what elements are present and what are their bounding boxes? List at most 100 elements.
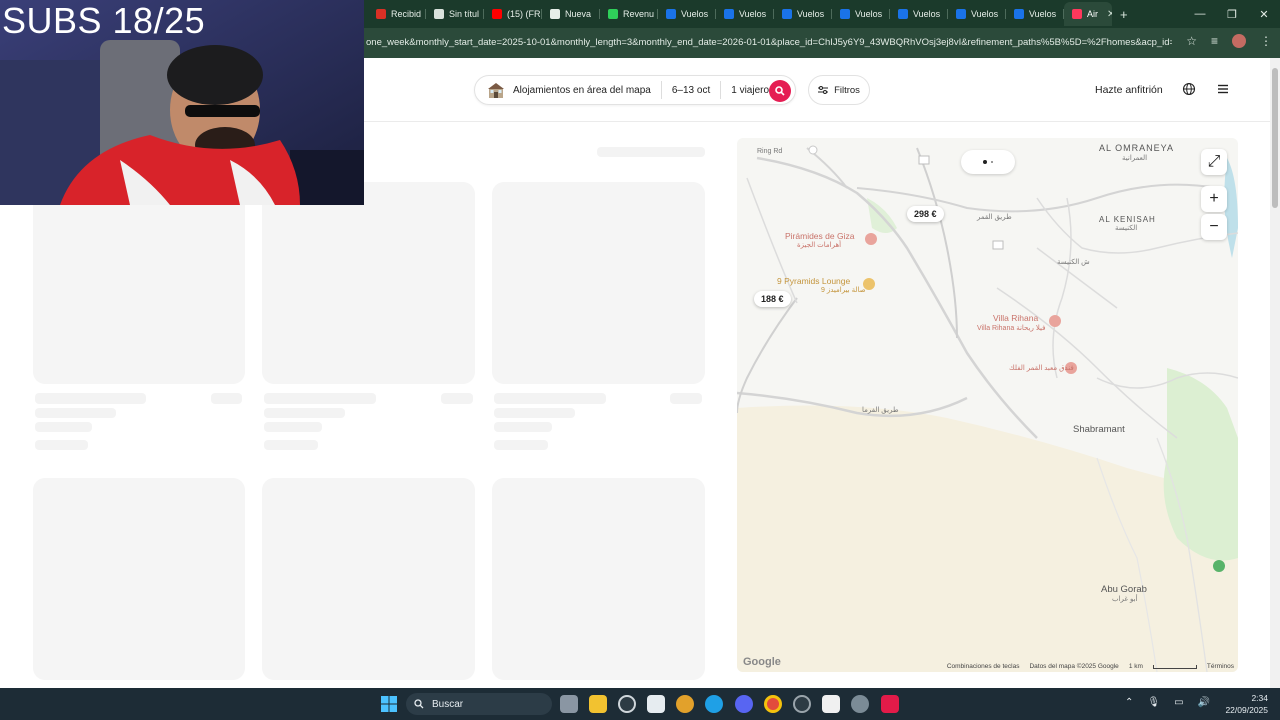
github-icon [550,9,560,19]
flights-icon [1014,9,1024,19]
page-scrollbar[interactable] [1270,58,1280,688]
reading-list-icon[interactable]: ≡ [1211,34,1218,48]
browser-tab[interactable]: Nueva [542,2,600,26]
app-icon[interactable] [793,695,811,713]
scale-label: 1 km [1128,663,1143,670]
browser-tab-active[interactable]: Air ✕ [1064,2,1112,26]
place-label: AL OMRANEYA [1099,143,1175,153]
poi-label[interactable]: Pirámides de Giza [785,231,854,241]
profile-avatar[interactable] [1232,34,1246,48]
windows-start-icon[interactable] [381,696,397,712]
microphone-icon[interactable]: 🎙 [1147,697,1160,708]
tab-label: Vuelos [913,9,941,19]
browser-tab[interactable]: Vuelos [948,2,1006,26]
taskbar-search[interactable]: Buscar [406,693,552,715]
zoom-in-button[interactable]: + [1201,186,1227,212]
keyboard-shortcuts-link[interactable]: Combinaciones de teclas [947,663,1020,670]
browser-tab[interactable]: Vuelos [832,2,890,26]
discord-icon[interactable] [735,695,753,713]
tab-label: Vuelos [971,9,999,19]
close-window-icon[interactable]: ✕ [1248,8,1280,21]
flights-icon [724,9,734,19]
browser-tab[interactable]: Recibid [368,2,426,26]
browser-tab[interactable]: Vuelos [890,2,948,26]
fullscreen-icon[interactable]: ⤢ [1201,149,1227,175]
skeleton-line [494,393,606,404]
place-label: العمرانية [1122,155,1148,162]
clock[interactable]: 2:34 22/09/2025 [1225,692,1268,716]
become-host-link[interactable]: Hazte anfitrión [1095,84,1163,96]
price-pin[interactable]: 298 € [907,206,944,222]
listing-skeleton-card [33,478,245,680]
chrome-icon[interactable] [764,695,782,713]
tiktok-icon[interactable] [881,695,899,713]
browser-tab[interactable]: (15) (FR [484,2,542,26]
airbnb-icon [1072,9,1082,19]
taskbar-search-label: Buscar [432,698,464,710]
filters-button[interactable]: Filtros [808,75,870,105]
google-logo: Google [743,656,781,668]
map-attribution: Combinaciones de teclas Datos del mapa ©… [947,663,1234,670]
youtube-icon [492,9,502,19]
store-icon[interactable] [647,695,665,713]
tab-label: Vuelos [1029,9,1057,19]
browser-tab[interactable]: Vuelos [716,2,774,26]
search-button[interactable] [769,80,791,102]
skeleton-line [264,422,322,432]
browser-tab[interactable]: Vuelos [774,2,832,26]
browser-tab[interactable]: Revenu [600,2,658,26]
place-label: أبو غراب [1112,596,1138,603]
location-label[interactable]: Alojamientos en área del mapa [513,85,651,96]
skeleton-line [494,408,575,418]
listing-skeleton-card [262,182,475,384]
poi-label: فندق معبد القمر الفلك [1009,365,1074,372]
place-label: الكنيسة [1115,225,1138,232]
clock-date: 22/09/2025 [1225,705,1268,715]
scroll-thumb[interactable] [1272,68,1278,208]
file-explorer-icon[interactable] [589,695,607,713]
restore-icon[interactable]: ❐ [1216,8,1248,21]
url-field[interactable]: one_week&monthly_start_date=2025-10-01&m… [366,37,1172,48]
settings-icon[interactable] [851,695,869,713]
browser-menu-icon[interactable]: ⋮ [1260,34,1272,48]
tab-label: Vuelos [855,9,883,19]
app-icon[interactable] [676,695,694,713]
search-icon [775,86,785,96]
terms-link[interactable]: Términos [1207,663,1234,670]
browser-tab[interactable]: Sin títul [426,2,484,26]
guests-label[interactable]: 1 viajero [731,85,769,96]
hamburger-menu-icon[interactable] [1216,82,1230,96]
app-icon[interactable] [618,695,636,713]
notion-icon [434,9,444,19]
browser-tab[interactable]: Vuelos [658,2,716,26]
flights-icon [898,9,908,19]
tab-label: Nueva [565,9,592,19]
task-view-icon[interactable] [560,695,578,713]
poi-label[interactable]: 9 Pyramids Lounge [777,276,850,286]
webcam-overlay: SUBS 18/25 [0,0,364,205]
minimize-icon[interactable]: — [1184,8,1216,20]
price-pin[interactable]: 188 € [754,291,791,307]
capcut-icon[interactable] [822,695,840,713]
close-tab-icon[interactable]: ✕ [1107,9,1112,20]
display-icon[interactable]: ▭ [1174,697,1183,708]
bookmark-star-icon[interactable]: ☆ [1186,34,1197,48]
new-tab-icon[interactable]: + [1120,7,1128,22]
search-bar[interactable]: Alojamientos en área del mapa 6–13 oct 1… [474,75,796,105]
globe-icon[interactable] [1182,82,1196,96]
edge-icon[interactable] [705,695,723,713]
road-label: Ring Rd [757,148,783,155]
chevron-up-icon[interactable]: ⌃ [1125,697,1133,708]
browser-tab[interactable]: Vuelos [1006,2,1064,26]
flights-icon [840,9,850,19]
volume-icon[interactable]: 🔊 [1198,697,1210,708]
divider [720,81,722,99]
zoom-out-button[interactable]: − [1201,214,1227,240]
skeleton-line [670,393,702,404]
poi-label[interactable]: Villa Rihana [993,313,1038,323]
poi-label: Villa Rihana فيلا ريحانة [977,325,1046,332]
dates-label[interactable]: 6–13 oct [672,85,710,96]
map-view[interactable]: ⤢ + − 298 € 188 € AL OMRANEYA العمرانية … [737,138,1238,672]
system-tray: ⌃ 🎙 ▭ 🔊 [1125,697,1210,708]
skeleton-line [35,408,116,418]
